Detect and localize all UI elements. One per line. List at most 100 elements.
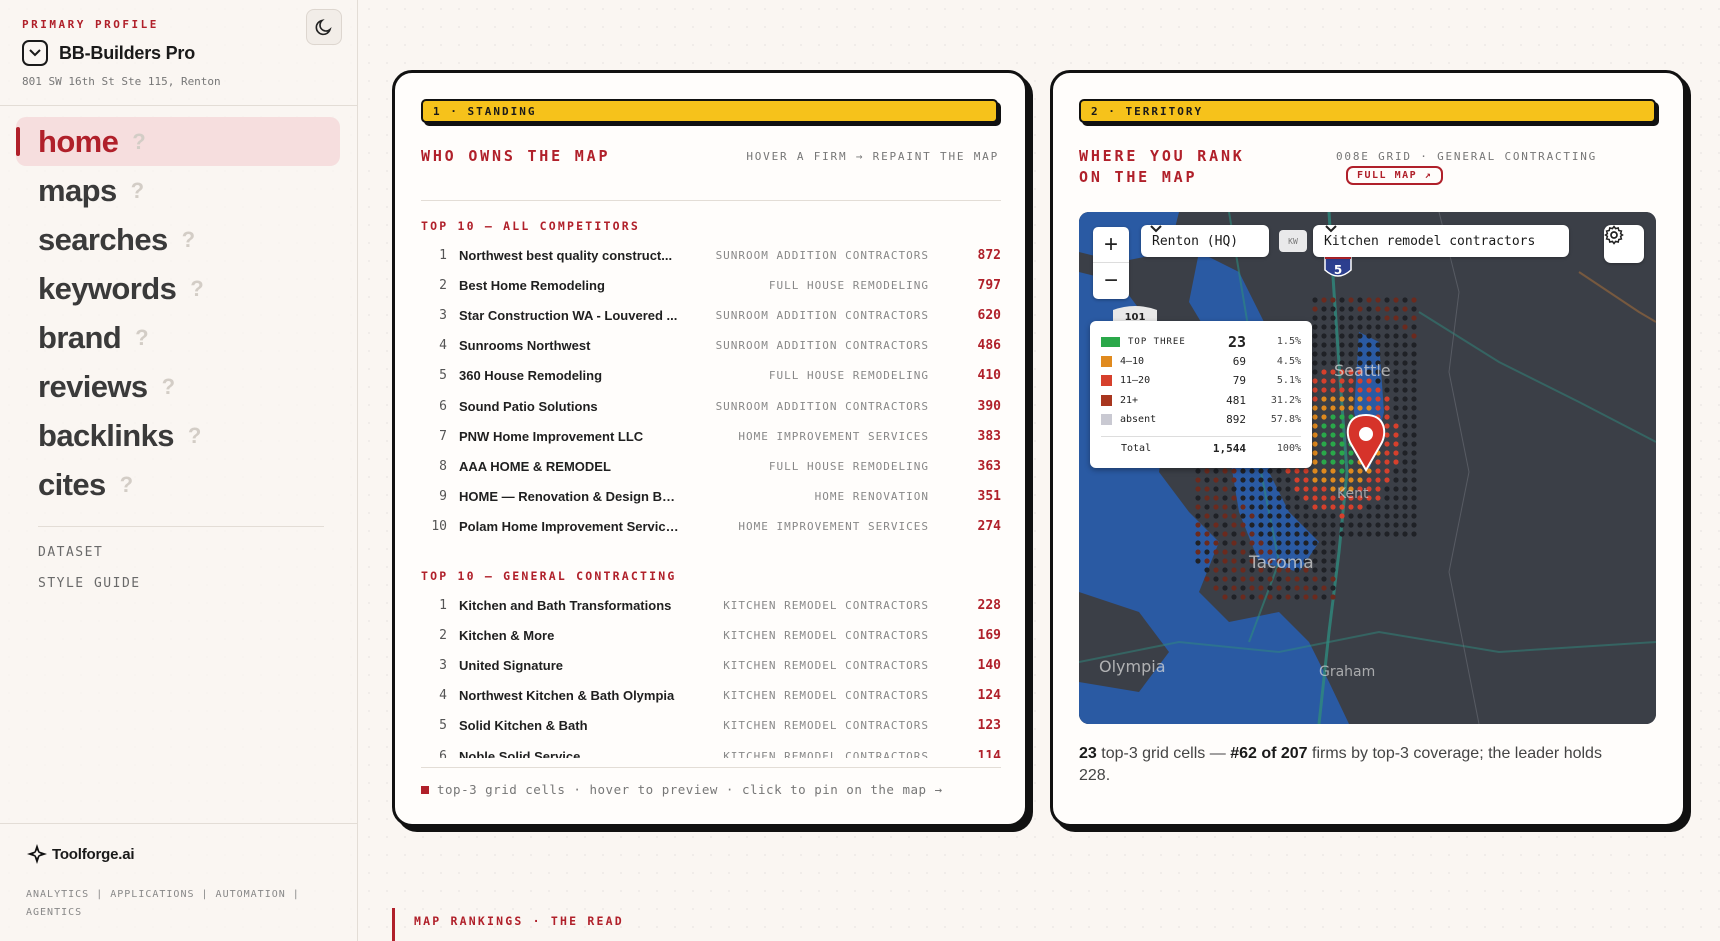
grid-cell [1240, 558, 1246, 564]
grid-cell [1402, 396, 1408, 402]
grid-cell [1204, 513, 1210, 519]
nav-item-searches[interactable]: searches? [16, 215, 340, 264]
firm-name: Polam Home Improvement Services,... [459, 519, 681, 535]
nav-item-brand[interactable]: brand? [16, 313, 340, 362]
competitor-row[interactable]: 1 Kitchen and Bath Transformations KITCHEN… [421, 590, 1001, 620]
brand-logo[interactable]: Toolforge.ai [26, 843, 135, 865]
grid-cell [1366, 522, 1372, 528]
card-title-line: WHERE YOU RANK [1079, 147, 1245, 165]
grid-cell [1384, 504, 1390, 510]
competitor-row[interactable]: 6 Noble Solid Service KITCHEN REMODEL CONT… [421, 741, 1001, 758]
map-settings-button[interactable] [1604, 225, 1644, 263]
top3-cell-count: 140 [977, 657, 1001, 673]
zoom-in-button[interactable]: + [1093, 227, 1129, 263]
grid-cell [1204, 558, 1210, 564]
firm-name: Sunrooms Northwest [459, 338, 591, 354]
grid-cell [1312, 594, 1318, 600]
nav-link-style-guide[interactable]: STYLE GUIDE [38, 576, 141, 591]
nav-item-reviews[interactable]: reviews? [16, 362, 340, 411]
grid-cell [1348, 459, 1354, 465]
grid-cell [1393, 468, 1399, 474]
help-icon[interactable]: ? [162, 374, 175, 400]
legend-row-4-10[interactable]: 4–10 69 4.5% [1101, 352, 1301, 372]
grid-cell [1330, 513, 1336, 519]
grid-cell [1402, 531, 1408, 537]
grid-cell [1348, 405, 1354, 411]
grid-cell [1330, 324, 1336, 330]
help-icon[interactable]: ? [135, 325, 148, 351]
competitor-row[interactable]: 3 Star Construction WA - Louvered ... SUNR… [421, 300, 1001, 330]
top3-cell-count: 228 [977, 597, 1001, 613]
grid-cell [1231, 585, 1237, 591]
top3-cell-count: 274 [977, 519, 1001, 535]
competitor-row[interactable]: 1 Northwest best quality construct... SUNR… [421, 240, 1001, 270]
grid-cell [1330, 477, 1336, 483]
grid-cell [1231, 540, 1237, 546]
help-icon[interactable]: ? [182, 227, 195, 253]
competitor-row[interactable]: 4 Sunrooms Northwest SUNROOM ADDITION CONT… [421, 331, 1001, 361]
competitor-row[interactable]: 8 AAA HOME & REMODEL FULL HOUSE REMODELING… [421, 451, 1001, 481]
help-icon[interactable]: ? [131, 178, 144, 204]
grid-cell [1348, 315, 1354, 321]
grid-cell [1357, 504, 1363, 510]
keyword-select[interactable]: Kitchen remodel contractors [1313, 225, 1569, 257]
competitor-row[interactable]: 9 HOME — Renovation & Design Build HOME RE… [421, 482, 1001, 512]
legend-count: 79 [1232, 374, 1246, 388]
competitor-row[interactable]: 4 Northwest Kitchen & Bath Olympia KITCHEN… [421, 681, 1001, 711]
legend-row-absent[interactable]: absent 892 57.8% [1101, 410, 1301, 430]
grid-cell [1393, 522, 1399, 528]
help-icon[interactable]: ? [132, 129, 145, 155]
nav-item-home[interactable]: home? [16, 117, 340, 166]
competitor-row[interactable]: 2 Best Home Remodeling FULL HOUSE REMODELI… [421, 270, 1001, 300]
competitor-row[interactable]: 5 Solid Kitchen & Bath KITCHEN REMODEL CON… [421, 711, 1001, 741]
grid-cell [1204, 549, 1210, 555]
grid-cell [1366, 333, 1372, 339]
grid-cell [1294, 540, 1300, 546]
grid-cell [1267, 585, 1273, 591]
grid-cell [1231, 531, 1237, 537]
competitor-row[interactable]: 5 360 House Remodeling FULL HOUSE REMODELI… [421, 361, 1001, 391]
help-icon[interactable]: ? [120, 472, 133, 498]
legend-row-21-plus[interactable]: 21+ 481 31.2% [1101, 391, 1301, 411]
competitor-row[interactable]: 7 PNW Home Improvement LLC HOME IMPROVEMEN… [421, 421, 1001, 451]
grid-cell [1339, 342, 1345, 348]
profile-switcher-button[interactable] [22, 40, 48, 66]
help-icon[interactable]: ? [190, 276, 203, 302]
grid-cell [1285, 504, 1291, 510]
zoom-out-button[interactable]: − [1093, 263, 1129, 299]
grid-cell [1258, 531, 1264, 537]
grid-cell [1240, 486, 1246, 492]
nav-item-backlinks[interactable]: backlinks? [16, 411, 340, 460]
location-select[interactable]: Renton (HQ) [1141, 225, 1269, 257]
competitor-row[interactable]: 3 United Signature KITCHEN REMODEL CONTRAC… [421, 650, 1001, 680]
competitor-row[interactable]: 10 Polam Home Improvement Services,... HOM… [421, 512, 1001, 542]
grid-cell [1375, 306, 1381, 312]
sparkle-logo-icon [27, 844, 47, 864]
nav-item-keywords[interactable]: keywords? [16, 264, 340, 313]
grid-cell [1321, 495, 1327, 501]
grid-cell [1321, 513, 1327, 519]
nav-link-dataset[interactable]: DATASET [38, 545, 103, 560]
nav-item-maps[interactable]: maps? [16, 166, 340, 215]
full-map-button[interactable]: FULL MAP ↗ [1346, 166, 1444, 185]
theme-toggle-button[interactable] [306, 9, 342, 45]
grid-cell [1294, 477, 1300, 483]
grid-cell [1402, 477, 1408, 483]
firm-category: KITCHEN REMODEL CONTRACTORS [723, 749, 929, 758]
grid-cell [1303, 513, 1309, 519]
grid-cell [1321, 306, 1327, 312]
competitor-row[interactable]: 6 Sound Patio Solutions SUNROOM ADDITION C… [421, 391, 1001, 421]
rank-number: 7 [439, 428, 447, 444]
rank-grid-map[interactable]: 5 101 Seattle Kent Tacoma Olympia Graham… [1079, 212, 1656, 724]
grid-cell [1384, 351, 1390, 357]
legend-row-top-three[interactable]: TOP THREE 23 1.5% [1101, 332, 1301, 352]
legend-label: TOP THREE [1128, 336, 1186, 347]
grid-cell [1213, 531, 1219, 537]
competitor-row[interactable]: 2 Kitchen & More KITCHEN REMODEL CONTRACTO… [421, 620, 1001, 650]
grid-cell [1285, 495, 1291, 501]
legend-row-11-20[interactable]: 11–20 79 5.1% [1101, 371, 1301, 391]
grid-cell [1357, 351, 1363, 357]
help-icon[interactable]: ? [188, 423, 201, 449]
nav-item-cites[interactable]: cites? [16, 460, 340, 509]
card-tab: 1 · STANDING [421, 99, 998, 123]
